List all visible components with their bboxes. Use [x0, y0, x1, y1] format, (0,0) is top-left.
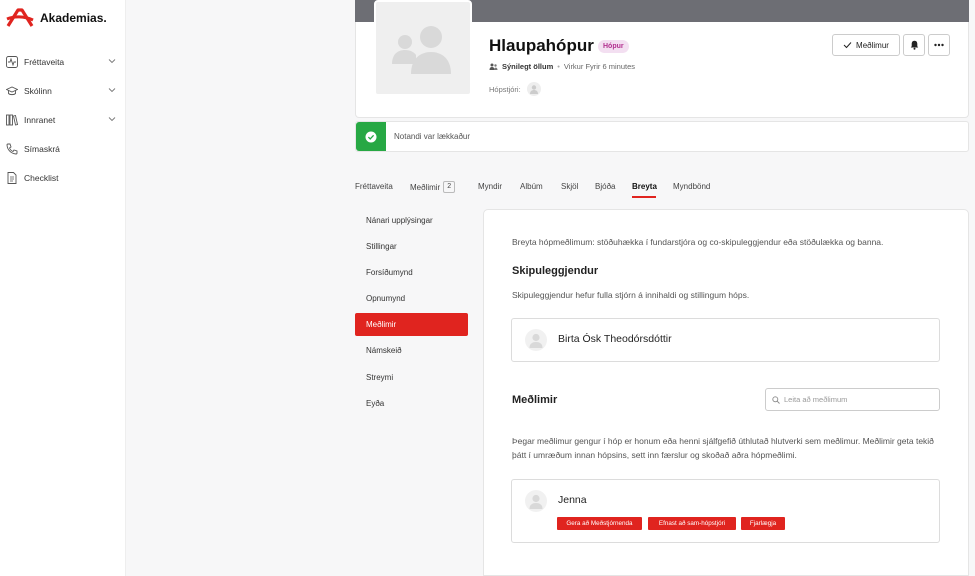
- tab-frettaveita[interactable]: Fréttaveita: [355, 182, 393, 191]
- tab-label: Albúm: [520, 182, 543, 191]
- users-icon: [392, 26, 451, 74]
- tab-breyta[interactable]: Breyta: [632, 182, 657, 191]
- notifications-button[interactable]: [903, 34, 925, 56]
- members-heading: Meðlimir: [512, 394, 558, 406]
- chevron-down-icon: [108, 88, 116, 93]
- settings-menu-delete[interactable]: Eyða: [355, 392, 468, 415]
- member-name[interactable]: Jenna: [558, 494, 587, 506]
- akademias-logo-icon: [6, 8, 34, 27]
- bell-icon: [910, 40, 918, 50]
- member-count-badge: 2: [443, 181, 456, 193]
- member-button-label: Meðlimur: [856, 40, 889, 50]
- user-avatar[interactable]: [525, 490, 547, 512]
- search-placeholder: Leita að meðlimum: [784, 395, 848, 404]
- group-avatar: [374, 0, 472, 96]
- activity-label: Virkur Fyrir 6 minutes: [563, 62, 636, 71]
- search-icon: [772, 395, 780, 404]
- remove-member-button[interactable]: Fjarlægja: [741, 517, 785, 530]
- organizers-heading: Skipuleggjendur: [512, 265, 599, 277]
- library-icon: [6, 114, 18, 126]
- sidebar-item-label: Innranet: [24, 115, 56, 125]
- tab-label: Fréttaveita: [355, 182, 393, 191]
- brand-name: Akademias.: [40, 11, 107, 25]
- tab-bjoda[interactable]: Bjóða: [595, 182, 615, 191]
- settings-menu-opening-image[interactable]: Opnumynd: [355, 287, 468, 310]
- user-icon: [529, 85, 538, 94]
- check-icon: [843, 42, 852, 49]
- make-comanager-button[interactable]: Gera að Meðstjórnenda: [557, 517, 642, 530]
- tab-label: Skjöl: [561, 182, 579, 191]
- group-meta: Sýnilegt öllum • Virkur Fyrir 6 minutes: [489, 62, 635, 71]
- sidebar-item-skolinn[interactable]: Skólinn: [6, 81, 118, 101]
- tab-myndir[interactable]: Myndir: [478, 182, 502, 191]
- admin-label: Hópstjóri:: [489, 84, 521, 94]
- user-avatar[interactable]: [525, 329, 547, 351]
- group-title: Hlaupahópur: [489, 36, 594, 55]
- admin-avatar[interactable]: [526, 82, 541, 96]
- visibility-label: Sýnilegt öllum: [502, 62, 554, 71]
- group-admin-row: Hópstjóri:: [489, 82, 541, 96]
- organizer-card: Birta Ósk Theodórsdóttir: [511, 318, 940, 362]
- settings-menu-cover-photo[interactable]: Forsíðumynd: [355, 261, 468, 284]
- activity-icon: [6, 56, 18, 68]
- more-options-button[interactable]: [928, 34, 950, 56]
- sidebar-item-label: Fréttaveita: [24, 57, 65, 67]
- sidebar-item-frettaveita[interactable]: Fréttaveita: [6, 52, 118, 72]
- sidebar-item-label: Checklist: [24, 173, 59, 183]
- user-icon: [529, 494, 543, 509]
- tab-skjol[interactable]: Skjöl: [561, 182, 578, 191]
- promote-co-admin-button[interactable]: Efnast að sam-hópstjóri: [648, 517, 736, 530]
- tab-myndbond[interactable]: Myndbönd: [673, 182, 710, 191]
- document-icon: [6, 172, 18, 184]
- group-type-badge: Hópur: [598, 40, 629, 53]
- member-status-button[interactable]: Meðlimur: [832, 34, 900, 56]
- members-description: Þegar meðlimur gengur í hóp er honum eða…: [512, 436, 934, 460]
- settings-menu-streaming[interactable]: Streymi: [355, 366, 468, 389]
- check-circle-icon: [365, 131, 377, 142]
- chevron-down-icon: [108, 59, 116, 64]
- sidebar-item-label: Skólinn: [24, 86, 52, 96]
- tab-album[interactable]: Albúm: [520, 182, 543, 191]
- success-notice: Notandi var lækkaður: [355, 121, 969, 152]
- tab-label: Meðlimir: [410, 182, 441, 192]
- phone-icon: [6, 143, 18, 155]
- sidebar-item-label: Símaskrá: [24, 144, 60, 154]
- tab-label: Myndbönd: [673, 182, 711, 191]
- tab-label: Bjóða: [595, 182, 616, 191]
- chevron-down-icon: [108, 117, 116, 122]
- panel-intro: Breyta hópmeðlimum: stöðuhækka í fundars…: [512, 237, 884, 247]
- tab-medlimir[interactable]: Meðlimir 2: [410, 181, 456, 193]
- settings-menu-settings[interactable]: Stillingar: [355, 235, 468, 258]
- graduation-cap-icon: [6, 85, 18, 97]
- organizer-name[interactable]: Birta Ósk Theodórsdóttir: [558, 333, 672, 345]
- user-icon: [529, 333, 543, 348]
- tab-label: Myndir: [478, 182, 503, 191]
- active-tab-indicator: [632, 196, 656, 198]
- sidebar-item-checklist[interactable]: Checklist: [6, 168, 118, 188]
- settings-menu-members[interactable]: Meðlimir: [355, 313, 468, 336]
- notice-text: Notandi var lækkaður: [394, 132, 471, 141]
- sidebar: Akademias. Fréttaveita Skólinn Innranet …: [0, 0, 126, 576]
- notice-status-bar: [356, 122, 386, 151]
- tab-label: Breyta: [632, 182, 657, 191]
- settings-menu-courses[interactable]: Námskeið: [355, 339, 468, 362]
- settings-menu-details[interactable]: Nánari upplýsingar: [355, 209, 468, 232]
- member-search-input[interactable]: Leita að meðlimum: [765, 388, 940, 411]
- member-card: Jenna: [511, 479, 940, 543]
- users-small-icon: [489, 63, 498, 70]
- sidebar-item-simaskra[interactable]: Símaskrá: [6, 139, 118, 159]
- meta-separator: •: [557, 62, 560, 71]
- more-dots-icon: [934, 43, 944, 47]
- brand-logo[interactable]: Akademias.: [6, 8, 107, 28]
- sidebar-item-innranet[interactable]: Innranet: [6, 110, 118, 130]
- organizers-description: Skipuleggjendur hefur fulla stjórn á inn…: [512, 290, 750, 300]
